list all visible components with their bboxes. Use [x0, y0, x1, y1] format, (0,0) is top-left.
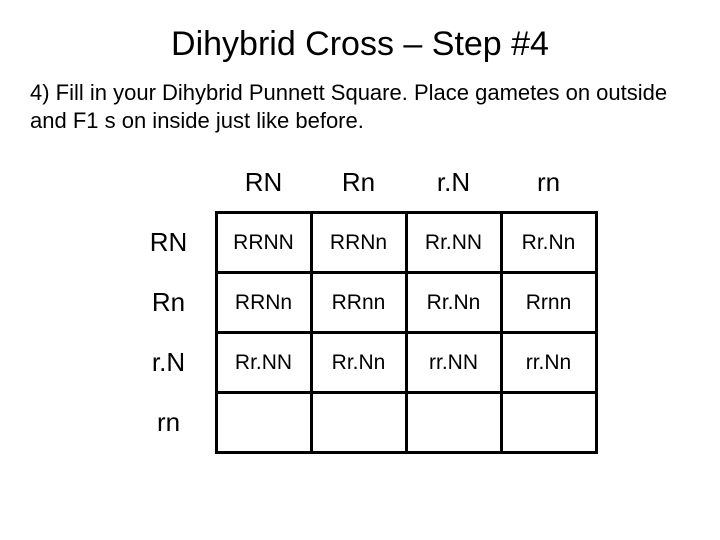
cell-3-0 — [216, 393, 311, 453]
punnett-square: RN Rn r.N rn RN RRNN RRNn Rr.NN Rr.Nn Rn… — [123, 154, 598, 454]
row-gamete-2: r.N — [123, 333, 217, 393]
corner-cell — [123, 154, 217, 213]
col-gamete-0: RN — [216, 154, 311, 213]
cell-2-3: rr.Nn — [501, 333, 596, 393]
instruction-text: 4) Fill in your Dihybrid Punnett Square.… — [30, 79, 690, 134]
cell-0-3: Rr.Nn — [501, 213, 596, 273]
cell-2-0: Rr.NN — [216, 333, 311, 393]
cell-1-1: RRnn — [311, 273, 406, 333]
cell-3-3 — [501, 393, 596, 453]
slide: Dihybrid Cross – Step #4 4) Fill in your… — [0, 0, 720, 474]
row-gamete-3: rn — [123, 393, 217, 453]
cell-2-1: Rr.Nn — [311, 333, 406, 393]
cell-0-1: RRNn — [311, 213, 406, 273]
col-gamete-1: Rn — [311, 154, 406, 213]
cell-0-2: Rr.NN — [406, 213, 501, 273]
slide-title: Dihybrid Cross – Step #4 — [30, 25, 690, 64]
col-gamete-2: r.N — [406, 154, 501, 213]
row-gamete-0: RN — [123, 213, 217, 273]
cell-3-1 — [311, 393, 406, 453]
cell-2-2: rr.NN — [406, 333, 501, 393]
cell-1-0: RRNn — [216, 273, 311, 333]
punnett-container: RN Rn r.N rn RN RRNN RRNn Rr.NN Rr.Nn Rn… — [30, 154, 690, 454]
cell-0-0: RRNN — [216, 213, 311, 273]
row-gamete-1: Rn — [123, 273, 217, 333]
col-gamete-3: rn — [501, 154, 596, 213]
cell-1-2: Rr.Nn — [406, 273, 501, 333]
cell-3-2 — [406, 393, 501, 453]
cell-1-3: Rrnn — [501, 273, 596, 333]
